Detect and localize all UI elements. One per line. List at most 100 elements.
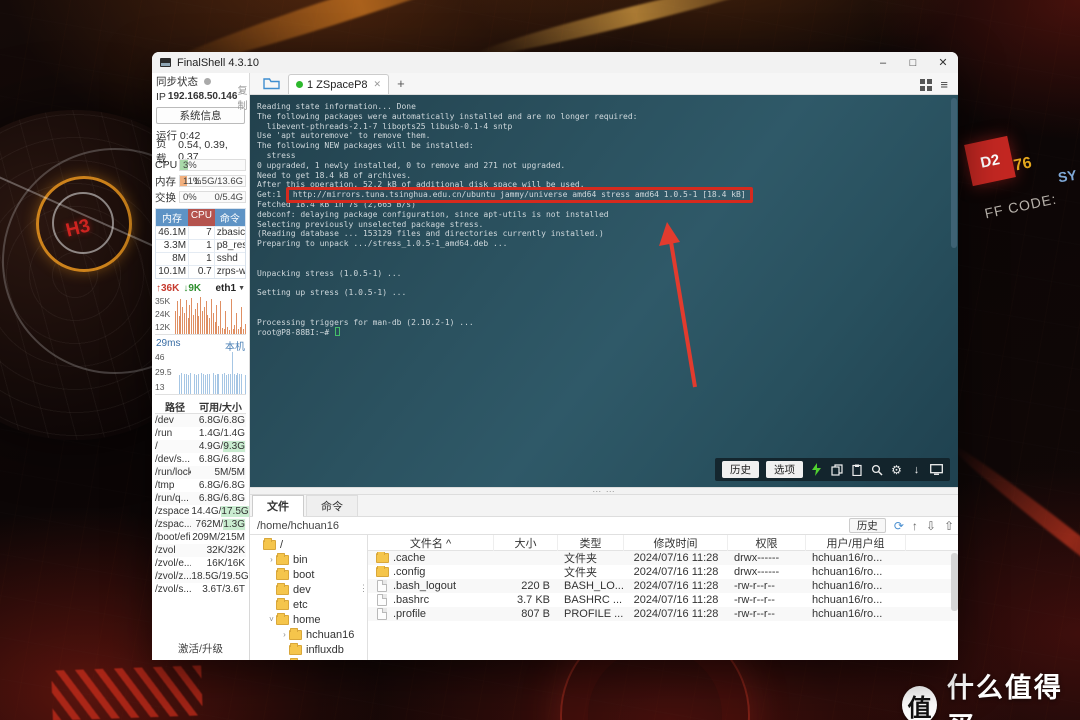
system-info-button[interactable]: 系统信息 bbox=[156, 107, 245, 124]
file-row-.config[interactable]: .config 文件夹 2024/07/16 11:28 drwx------ hchu… bbox=[368, 565, 958, 579]
close-button[interactable]: ✕ bbox=[928, 52, 958, 73]
path-history-button[interactable]: 历史 bbox=[848, 518, 886, 533]
file-col-header[interactable]: 修改时间 bbox=[624, 535, 728, 551]
activate-upgrade-link[interactable]: 激活/升级 bbox=[152, 641, 249, 656]
tree-item-influxdb[interactable]: influxdb bbox=[250, 642, 367, 657]
file-list: 文件名 ^ 大小 类型 修改时间 权限 用户/用户组 .cache 文件夹 2024/07/1… bbox=[368, 535, 958, 660]
tree-item-bin[interactable]: › bin bbox=[250, 552, 367, 567]
process-col-header[interactable]: CPU bbox=[188, 209, 215, 226]
history-button[interactable]: 历史 bbox=[722, 461, 759, 478]
minimize-button[interactable]: – bbox=[868, 52, 898, 73]
tree-item-dev[interactable]: dev bbox=[250, 582, 367, 597]
layout-grid-icon[interactable] bbox=[920, 79, 933, 91]
monitor-sidebar: 同步状态 IP 192.168.50.146 复制 系统信息 运行 0:42 负… bbox=[152, 73, 250, 660]
wallpaper-d2-badge: D2 bbox=[964, 135, 1016, 187]
terminal-prompt: root@P8-88BI:~# bbox=[257, 327, 944, 337]
ping-chart: 46 29.5 13 bbox=[155, 351, 246, 395]
maximize-button[interactable]: □ bbox=[898, 52, 928, 73]
tab-commands[interactable]: 命令 bbox=[306, 495, 358, 516]
file-row-.profile[interactable]: .profile 807 B PROFILE ... 2024/07/16 11:28… bbox=[368, 607, 958, 621]
sync-status-dot bbox=[204, 78, 211, 85]
tab-label: 1 ZSpaceP8 bbox=[307, 78, 368, 91]
tree-item-zspace[interactable]: zspace bbox=[250, 657, 367, 660]
ip-address: 192.168.50.146 bbox=[167, 91, 238, 102]
file-col-header[interactable]: 用户/用户组 bbox=[806, 535, 906, 551]
options-button[interactable]: 选项 bbox=[766, 461, 803, 478]
tree-resize-handle[interactable]: ⋮ bbox=[359, 584, 367, 593]
swap-label: 交换 bbox=[155, 191, 176, 204]
new-tab-button[interactable]: + bbox=[397, 76, 405, 91]
terminal-output: Reading state information... Done The fol… bbox=[257, 102, 944, 337]
terminal-line: Preparing to unpack .../stress_1.0.5-1_a… bbox=[257, 239, 508, 249]
file-col-header[interactable]: 类型 bbox=[558, 535, 624, 551]
refresh-icon[interactable]: ⟳ bbox=[894, 520, 904, 532]
disk-row: /zvol/e... 16K/16K bbox=[155, 558, 245, 569]
interface-selector[interactable]: eth1 ▼ bbox=[216, 283, 246, 294]
file-col-header[interactable]: 文件名 ^ bbox=[368, 535, 494, 551]
file-col-header[interactable]: 权限 bbox=[728, 535, 806, 551]
terminal[interactable]: Reading state information... Done The fol… bbox=[250, 95, 958, 487]
file-col-header[interactable]: 大小 bbox=[494, 535, 558, 551]
net-upload-value: 36K bbox=[161, 282, 180, 294]
tab-files[interactable]: 文件 bbox=[252, 495, 304, 517]
process-col-header[interactable]: 内存 bbox=[156, 209, 189, 226]
connections-folder-button[interactable] bbox=[258, 74, 284, 93]
panel-splitter[interactable]: ⋯ ⋯ bbox=[250, 487, 958, 496]
terminal-scrollbar[interactable] bbox=[951, 98, 957, 248]
swap-percent: 0% bbox=[183, 192, 197, 203]
monitor-icon[interactable] bbox=[930, 463, 943, 476]
disk-row: /run 1.4G/1.4G bbox=[155, 428, 245, 439]
tree-item-hchuan16[interactable]: › hchuan16 bbox=[250, 627, 367, 642]
net-download-value: 9K bbox=[188, 282, 202, 294]
process-row[interactable]: 10.1M0.7zrps-wo bbox=[156, 265, 245, 278]
tree-expander-icon[interactable]: › bbox=[267, 555, 276, 564]
process-col-header[interactable]: 命令 bbox=[214, 209, 245, 226]
copy-ip-button[interactable]: 复制 bbox=[237, 82, 247, 112]
network-chart: 35K 24K 12K bbox=[155, 295, 246, 335]
ping-latency: 29ms bbox=[156, 338, 181, 349]
tree-expander-icon[interactable]: ˅ bbox=[267, 615, 276, 624]
title-bar[interactable]: FinalShell 4.3.10 – □ ✕ bbox=[152, 52, 958, 73]
swap-meter: 0% 0/5.4G bbox=[179, 191, 246, 203]
gear-icon[interactable]: ⚙ bbox=[890, 463, 903, 477]
download-arrow-icon[interactable]: ↓ bbox=[910, 463, 923, 476]
terminal-line: Get:1 http://mirrors.tuna.tsinghua.edu.c… bbox=[257, 187, 944, 203]
parent-dir-icon[interactable]: ↑ bbox=[912, 520, 918, 532]
chevron-down-icon: ▼ bbox=[238, 284, 245, 292]
process-row[interactable]: 8M 1 sshd bbox=[156, 252, 245, 265]
power-bolt-icon[interactable] bbox=[810, 463, 823, 476]
tree-item-etc[interactable]: etc bbox=[250, 597, 367, 612]
tab-close-icon[interactable]: ✕ bbox=[374, 79, 382, 90]
file-icon bbox=[377, 594, 387, 606]
process-row[interactable]: 3.3M1p8_rese bbox=[156, 239, 245, 252]
highlight-red-box: http://mirrors.tuna.tsinghua.edu.cn/ubun… bbox=[285, 187, 753, 203]
paste-icon[interactable] bbox=[850, 463, 863, 476]
disk-size-header[interactable]: 可用/大小 bbox=[195, 399, 246, 414]
disk-row: /run/q... 6.8G/6.8G bbox=[155, 492, 246, 505]
terminal-line: Processing triggers for man-db (2.10.2-1… bbox=[257, 317, 474, 327]
upload-icon[interactable]: ⇧ bbox=[944, 520, 954, 532]
tree-item-home[interactable]: ˅ home bbox=[250, 612, 367, 627]
tab-zspacep8[interactable]: 1 ZSpaceP8 ✕ bbox=[288, 74, 390, 94]
tree-item-boot[interactable]: boot bbox=[250, 567, 367, 582]
disk-path-header[interactable]: 路径 bbox=[155, 399, 195, 414]
terminal-line: Use 'apt autoremove' to remove them. bbox=[257, 131, 431, 141]
current-path[interactable]: /home/hchuan16 bbox=[257, 520, 339, 532]
search-icon[interactable] bbox=[870, 463, 883, 476]
download-icon[interactable]: ⇩ bbox=[926, 520, 936, 532]
copy-icon[interactable] bbox=[830, 463, 843, 476]
menu-icon[interactable]: ≡ bbox=[940, 78, 948, 91]
file-row-.bash_logout[interactable]: .bash_logout 220 B BASH_LO... 2024/07/16 11… bbox=[368, 579, 958, 593]
process-row[interactable]: 46.1M 7 zbasic bbox=[156, 226, 245, 239]
tree-expander-icon[interactable]: › bbox=[280, 630, 289, 639]
file-row-.cache[interactable]: .cache 文件夹 2024/07/16 11:28 drwx------ hchua… bbox=[368, 551, 958, 565]
wallpaper-value-76: 76 bbox=[1012, 154, 1034, 175]
tree-item-root[interactable]: / bbox=[250, 537, 367, 552]
file-row-.bashrc[interactable]: .bashrc 3.7 KB BASHRC ... 2024/07/16 11:28-… bbox=[368, 593, 958, 607]
session-tab-bar: 1 ZSpaceP8 ✕ + ≡ bbox=[250, 73, 958, 95]
file-list-scrollbar[interactable] bbox=[951, 553, 958, 611]
file-icon bbox=[377, 608, 387, 620]
folder-icon bbox=[289, 657, 302, 660]
cpu-label: CPU bbox=[155, 159, 178, 171]
